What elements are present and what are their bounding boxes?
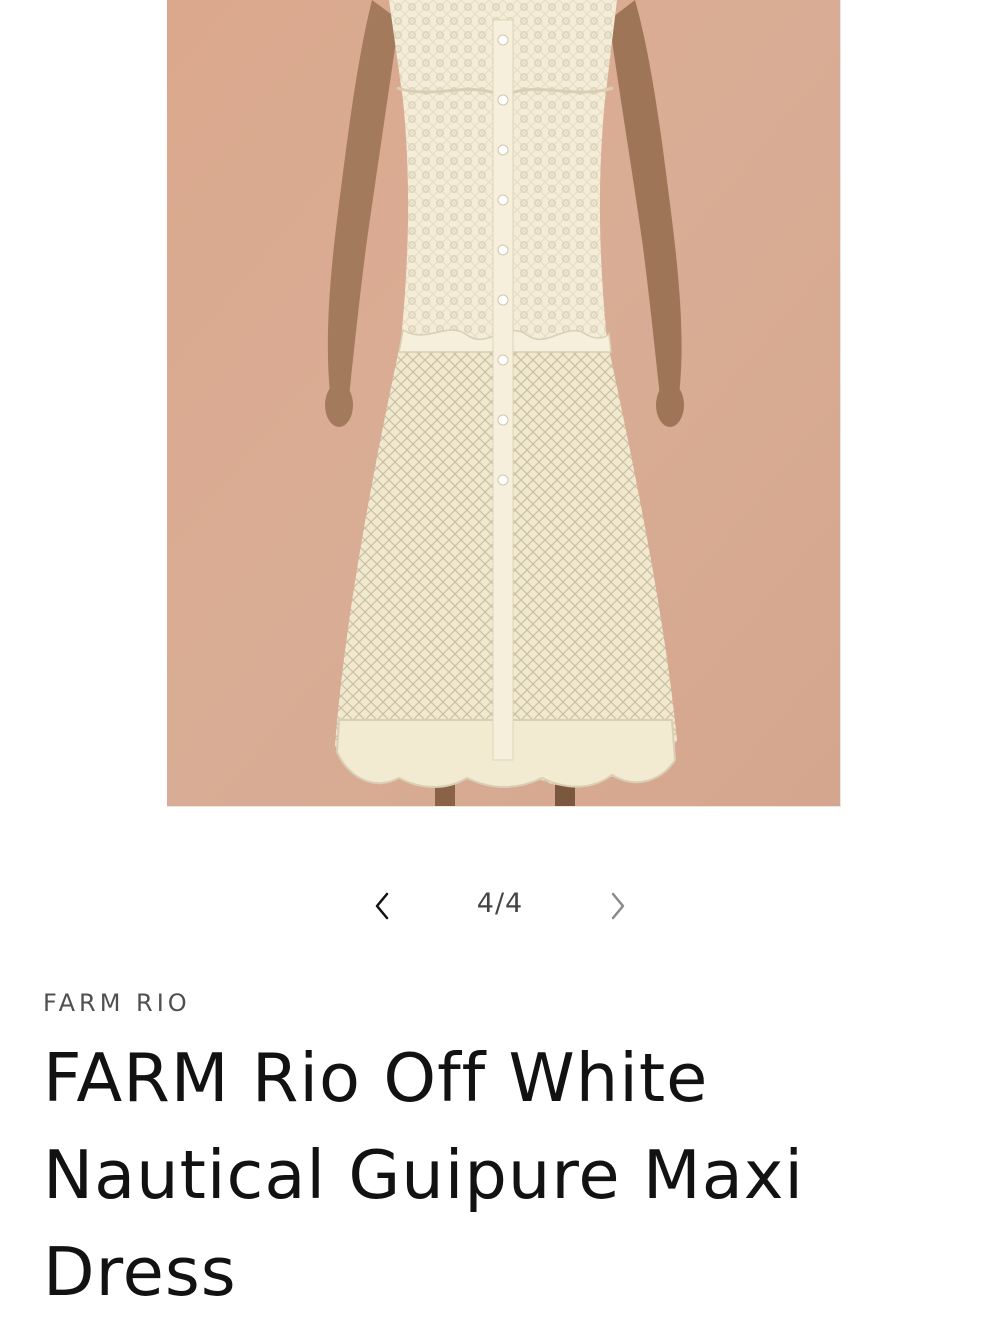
chevron-left-icon <box>375 892 389 920</box>
previous-slide-button[interactable] <box>356 880 408 932</box>
chevron-right-icon <box>611 892 625 920</box>
product-title: FARM Rio Off White Nautical Guipure Maxi… <box>43 1039 805 1311</box>
gallery-slider-controls: 4/4 <box>350 870 650 942</box>
product-vendor: FARM RIO <box>43 989 191 1017</box>
product-image[interactable] <box>167 0 841 807</box>
dress-photo <box>167 0 840 806</box>
next-slide-button[interactable] <box>592 880 644 932</box>
slide-counter: 4/4 <box>476 888 524 919</box>
